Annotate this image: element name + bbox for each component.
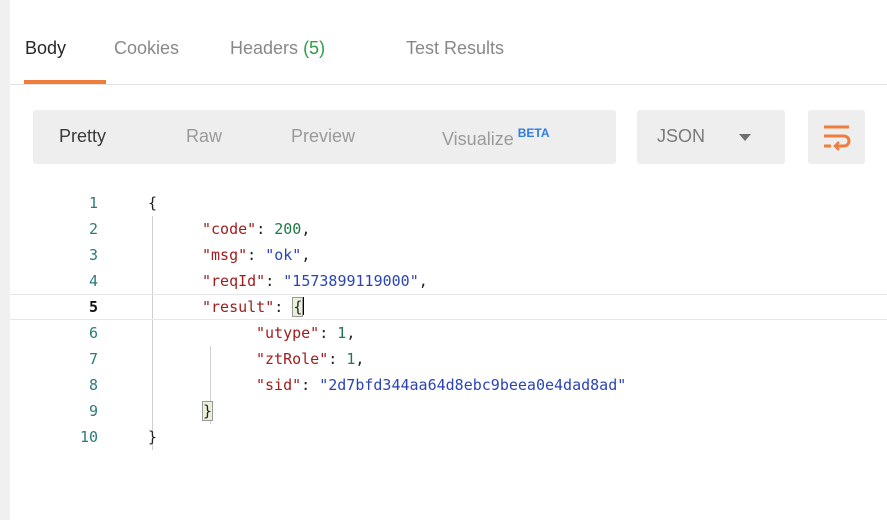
json-number: 1 bbox=[346, 350, 356, 368]
json-punctuation: : bbox=[247, 246, 266, 264]
matched-brace: } bbox=[202, 401, 214, 421]
mode-pretty[interactable]: Pretty bbox=[59, 126, 106, 147]
json-string: "2d7bfd344aa64d8ebc9beea0e4dad8ad" bbox=[319, 376, 627, 394]
tab-headers[interactable]: Headers (5) bbox=[230, 38, 325, 59]
tab-body[interactable]: Body bbox=[25, 38, 66, 59]
beta-badge: BETA bbox=[517, 126, 550, 140]
json-punctuation: : bbox=[265, 272, 284, 290]
json-punctuation: , bbox=[301, 220, 311, 238]
code-line: 5 "result": { bbox=[10, 294, 887, 320]
code-text: "ztRole": 1, bbox=[256, 346, 364, 372]
line-number: 4 bbox=[88, 272, 98, 290]
json-punctuation: , bbox=[418, 272, 428, 290]
json-punctuation: { bbox=[148, 194, 158, 212]
json-key: "sid" bbox=[256, 376, 302, 394]
code-line: 9} bbox=[10, 398, 887, 424]
json-punctuation: , bbox=[355, 350, 365, 368]
json-number: 1 bbox=[337, 324, 347, 342]
json-key: "msg" bbox=[202, 246, 248, 264]
json-punctuation: : bbox=[301, 376, 320, 394]
line-number: 8 bbox=[88, 376, 98, 394]
format-dropdown-value: JSON bbox=[657, 126, 706, 146]
matched-brace: { bbox=[292, 297, 304, 317]
code-text: "msg": "ok", bbox=[202, 242, 310, 268]
code-text: { bbox=[148, 190, 157, 216]
line-number: 3 bbox=[88, 246, 98, 264]
json-punctuation: } bbox=[148, 428, 158, 446]
code-line: 2 "code": 200, bbox=[10, 216, 887, 242]
response-tabs: Body Cookies Headers (5) Test Results bbox=[10, 0, 887, 85]
json-key: "result" bbox=[202, 298, 275, 316]
code-line: 4 "reqId": "1573899119000", bbox=[10, 268, 887, 294]
active-tab-indicator bbox=[24, 80, 106, 84]
json-string: "ok" bbox=[265, 246, 302, 264]
response-body-editor[interactable]: 1{2 "code": 200, 3 "msg": "ok", 4 "reqId": "1… bbox=[10, 190, 887, 510]
tab-headers-label: Headers bbox=[230, 38, 299, 58]
json-key: "code" bbox=[202, 220, 257, 238]
code-text: "sid": "2d7bfd344aa64d8ebc9beea0e4dad8ad… bbox=[256, 372, 626, 398]
line-number: 10 bbox=[79, 428, 98, 446]
text-cursor bbox=[303, 297, 305, 315]
headers-count-badge: (5) bbox=[303, 38, 326, 58]
code-line: 10} bbox=[10, 424, 887, 450]
json-punctuation: : bbox=[256, 220, 275, 238]
json-string: "1573899119000" bbox=[283, 272, 419, 290]
json-punctuation: : bbox=[328, 350, 347, 368]
code-line: 8 "sid": "2d7bfd344aa64d8ebc9beea0e4dad8a… bbox=[10, 372, 887, 398]
tab-cookies[interactable]: Cookies bbox=[114, 38, 179, 59]
json-punctuation: : bbox=[319, 324, 338, 342]
line-number: 5 bbox=[88, 298, 98, 316]
code-text: "result": { bbox=[202, 295, 305, 319]
wrap-lines-icon bbox=[824, 125, 851, 151]
chevron-down-icon bbox=[739, 134, 751, 141]
mode-raw[interactable]: Raw bbox=[186, 126, 222, 147]
json-punctuation: , bbox=[346, 324, 356, 342]
view-mode-toolbar: Pretty Raw Preview Visualize BETA bbox=[33, 110, 616, 164]
code-text: "utype": 1, bbox=[256, 320, 355, 346]
code-line: 7 "ztRole": 1, bbox=[10, 346, 887, 372]
json-punctuation: , bbox=[301, 246, 311, 264]
line-number: 2 bbox=[88, 220, 98, 238]
line-number: 1 bbox=[88, 194, 98, 212]
json-key: "reqId" bbox=[202, 272, 266, 290]
mode-visualize-label: Visualize bbox=[442, 129, 514, 149]
tab-test-results[interactable]: Test Results bbox=[406, 38, 504, 59]
json-key: "ztRole" bbox=[256, 350, 329, 368]
code-line: 3 "msg": "ok", bbox=[10, 242, 887, 268]
format-dropdown[interactable]: JSON bbox=[637, 110, 785, 164]
json-key: "utype" bbox=[256, 324, 320, 342]
line-number: 6 bbox=[88, 324, 98, 342]
code-text: } bbox=[202, 398, 214, 424]
json-number: 200 bbox=[274, 220, 302, 238]
code-line: 1{ bbox=[10, 190, 887, 216]
left-edge bbox=[0, 0, 10, 520]
mode-preview[interactable]: Preview bbox=[291, 126, 355, 147]
code-line: 6 "utype": 1, bbox=[10, 320, 887, 346]
code-text: "reqId": "1573899119000", bbox=[202, 268, 428, 294]
code-text: "code": 200, bbox=[202, 216, 310, 242]
line-number: 7 bbox=[88, 350, 98, 368]
json-punctuation: : bbox=[274, 298, 293, 316]
mode-visualize[interactable]: Visualize BETA bbox=[442, 126, 550, 150]
line-number: 9 bbox=[88, 402, 98, 420]
code-text: } bbox=[148, 424, 157, 450]
wrap-lines-button[interactable] bbox=[808, 110, 865, 164]
